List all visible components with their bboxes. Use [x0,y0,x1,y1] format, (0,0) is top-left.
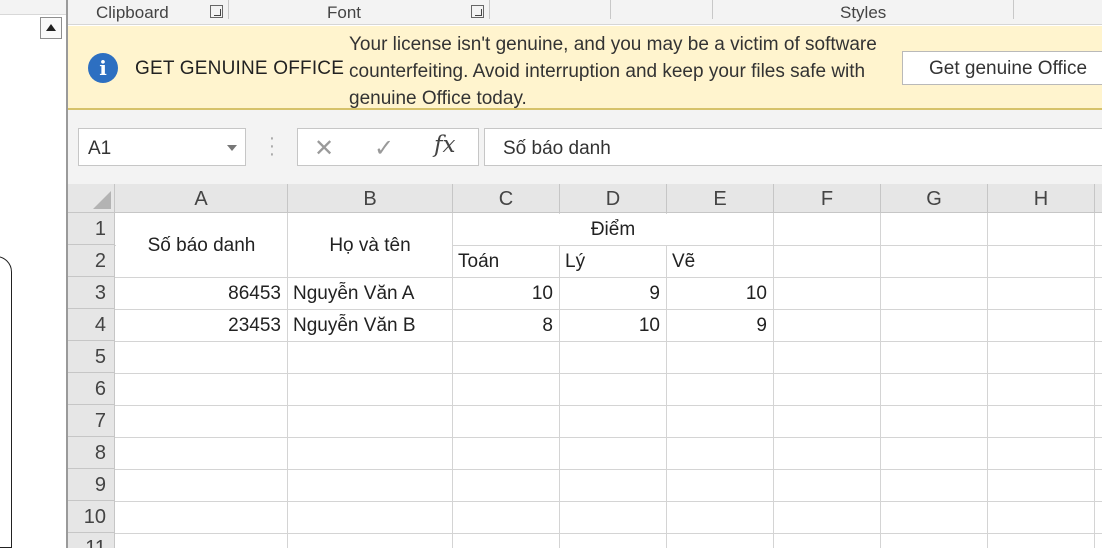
column-header-a[interactable]: A [115,184,288,213]
ribbon-separator [228,0,229,19]
row-header-4[interactable]: 4 [68,309,115,341]
row-header-9[interactable]: 9 [68,469,115,501]
cell-b1-merged[interactable]: Họ và tên [288,214,452,277]
gridline [115,469,1102,470]
row-header-1[interactable]: 1 [68,213,115,245]
gridline [115,373,1102,374]
ribbon-separator [1013,0,1014,19]
gridline [1094,213,1095,548]
formula-bar: A1 · · · ✕ ✓ fx Số báo danh [68,110,1102,184]
formula-value: Số báo danh [503,138,611,159]
ribbon-group-styles-label: Styles [840,3,887,22]
left-pane-top-strip [0,0,66,15]
banner-title: GET GENUINE OFFICE [135,58,345,79]
cell-e3[interactable]: 10 [667,278,773,309]
cell-a4[interactable]: 23453 [116,310,287,341]
column-header-g[interactable]: G [881,184,988,213]
clipboard-dialog-launcher-icon[interactable] [210,5,223,18]
column-header-b[interactable]: B [288,184,453,213]
banner-message: Your license isn't genuine, and you may … [349,34,877,109]
gridline [773,213,774,548]
column-header-e[interactable]: E [667,184,774,213]
row-header-3[interactable]: 3 [68,277,115,309]
select-all-corner[interactable] [68,184,115,213]
formula-input[interactable]: Số báo danh [484,128,1102,166]
font-dialog-launcher-icon[interactable] [471,5,484,18]
ribbon-separator [489,0,490,19]
license-warning-banner: i GET GENUINE OFFICE Your license isn't … [68,26,1102,110]
gridline [880,213,881,548]
cell-e2[interactable]: Vẽ [667,246,773,277]
column-header-c[interactable]: C [453,184,560,213]
gridline [115,501,1102,502]
chevron-down-icon[interactable] [227,145,237,151]
cell-b3[interactable]: Nguyễn Văn A [288,278,452,309]
gridline [987,213,988,548]
gridline [115,405,1102,406]
column-header-f[interactable]: F [774,184,881,213]
info-icon: i [88,53,118,83]
row-header-6[interactable]: 6 [68,373,115,405]
cancel-icon[interactable]: ✕ [314,134,334,163]
cell-c4[interactable]: 8 [453,310,559,341]
name-box-value: A1 [88,138,112,159]
cell-a3[interactable]: 86453 [116,278,287,309]
gridline [115,437,1102,438]
cell-b4[interactable]: Nguyễn Văn B [288,310,452,341]
scroll-up-arrow-icon[interactable] [40,17,62,39]
cell-c2[interactable]: Toán [453,246,559,277]
column-header-d[interactable]: D [560,184,667,213]
name-box[interactable]: A1 [78,128,246,166]
row-header-5[interactable]: 5 [68,341,115,373]
row-header-2[interactable]: 2 [68,245,115,277]
cell-d3[interactable]: 9 [560,278,666,309]
ribbon-group-labels: Clipboard Font Styles [68,0,1102,25]
ribbon-separator [712,0,713,19]
cell-c3[interactable]: 10 [453,278,559,309]
row-header-10[interactable]: 10 [68,501,115,533]
left-pane [0,0,68,548]
get-genuine-office-button[interactable]: Get genuine Office [902,51,1102,85]
grip-dots-icon[interactable]: · · · [268,128,276,164]
row-header-8[interactable]: 8 [68,437,115,469]
column-header-i[interactable] [1095,184,1102,213]
gridline [115,533,1102,534]
formula-buttons: ✕ ✓ fx [297,128,479,166]
row-header-11[interactable]: 11 [68,533,115,548]
ribbon-separator [610,0,611,19]
enter-checkmark-icon[interactable]: ✓ [374,134,394,163]
spreadsheet-grid: A B C D E F G H 1 2 3 4 5 6 7 8 9 10 11 … [68,184,1102,548]
gridline [115,341,1102,342]
cell-d4[interactable]: 10 [560,310,666,341]
ribbon-group-clipboard-label: Clipboard [96,3,169,22]
ribbon-group-font-label: Font [327,3,362,22]
document-outline-shape [0,256,12,548]
cell-c1-merged[interactable]: Điểm [453,214,773,245]
row-header-7[interactable]: 7 [68,405,115,437]
insert-function-icon[interactable]: fx [434,132,455,158]
column-header-h[interactable]: H [988,184,1095,213]
cell-a1-merged[interactable]: Số báo danh [116,214,287,277]
cell-d2[interactable]: Lý [560,246,666,277]
cell-e4[interactable]: 9 [667,310,773,341]
